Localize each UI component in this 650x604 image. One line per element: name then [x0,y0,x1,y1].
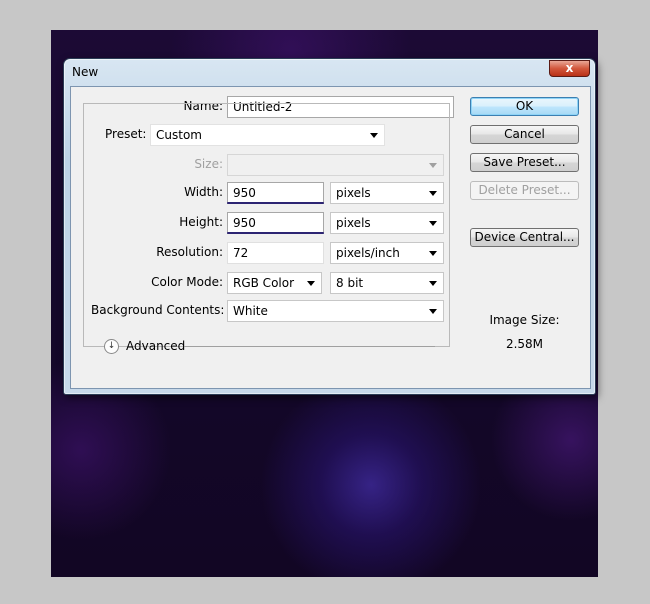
height-label: Height: [179,215,223,229]
resolution-value: 72 [233,246,249,260]
resolution-input[interactable]: 72 [227,242,324,264]
height-value: 950 [233,216,256,230]
width-value: 950 [233,186,256,200]
bit-depth-value: 8 bit [336,276,364,290]
delete-preset-button: Delete Preset... [470,181,579,200]
preset-value: Custom [156,128,202,142]
color-mode-select[interactable]: RGB Color [227,272,322,294]
size-label: Size: [194,157,223,171]
save-preset-button[interactable]: Save Preset... [470,153,579,172]
double-chevron-down-icon: ↓ [107,341,116,351]
advanced-toggle-button[interactable]: ↓ [104,339,119,354]
height-input[interactable]: 950 [227,212,324,234]
chevron-down-icon [429,251,437,256]
height-unit-value: pixels [336,216,371,230]
background-contents-select[interactable]: White [227,300,444,322]
background-contents-value: White [233,304,268,318]
chevron-down-icon [429,163,437,168]
device-central-button[interactable]: Device Central... [470,228,579,247]
chevron-down-icon [429,281,437,286]
close-icon: x [565,61,574,75]
height-annotation-underline [227,232,324,234]
ok-button[interactable]: OK [470,97,579,116]
advanced-label: Advanced [126,339,186,353]
close-button[interactable]: x [549,60,590,77]
chevron-down-icon [429,309,437,314]
preset-select[interactable]: Custom [150,124,385,146]
size-select [227,154,444,176]
width-annotation-underline [227,202,324,204]
resolution-unit-value: pixels/inch [336,246,400,260]
color-mode-label: Color Mode: [151,275,223,289]
image-size-label: Image Size: [489,313,560,327]
width-input[interactable]: 950 [227,182,324,204]
advanced-divider [185,346,435,347]
height-unit-select[interactable]: pixels [330,212,444,234]
chevron-down-icon [307,281,315,286]
background-contents-label: Background Contents: [91,303,225,317]
resolution-unit-select[interactable]: pixels/inch [330,242,444,264]
color-mode-value: RGB Color [233,276,295,290]
dialog-title: New [72,65,99,79]
width-unit-value: pixels [336,186,371,200]
width-label: Width: [184,185,223,199]
bit-depth-select[interactable]: 8 bit [330,272,444,294]
dialog-client-area: Name: Untitled-2 Preset: Custom Size: Wi… [70,86,591,389]
chevron-down-icon [370,133,378,138]
chevron-down-icon [429,191,437,196]
image-size-value: 2.58M [505,337,544,351]
resolution-label: Resolution: [156,245,223,259]
new-document-dialog: New x Name: Untitled-2 Preset: Custom Si… [63,58,596,395]
preset-label: Preset: [99,127,151,141]
width-unit-select[interactable]: pixels [330,182,444,204]
chevron-down-icon [429,221,437,226]
cancel-button[interactable]: Cancel [470,125,579,144]
